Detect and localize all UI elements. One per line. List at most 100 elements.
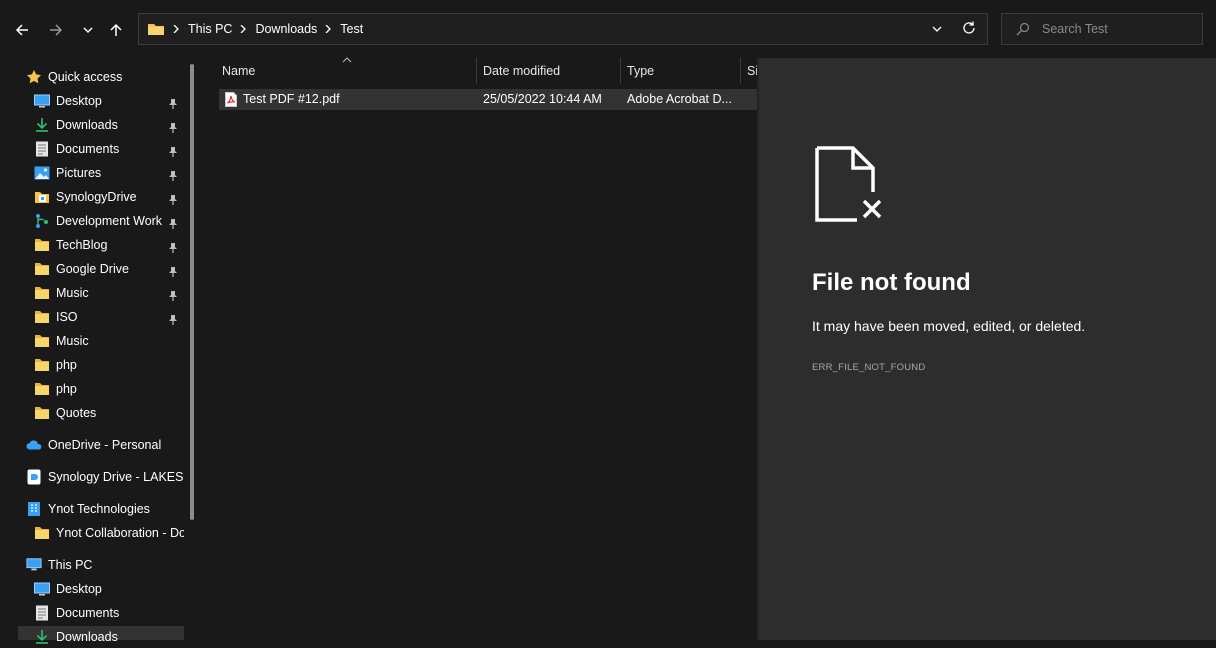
pdf-file-icon: [225, 92, 237, 112]
pin-icon[interactable]: [168, 120, 180, 133]
chevron-right-icon: [325, 25, 332, 33]
recent-locations-button[interactable]: [77, 19, 99, 41]
sidebar-item-google-drive[interactable]: Google Drive: [34, 258, 129, 280]
sidebar-item-downloads[interactable]: Downloads: [34, 114, 118, 136]
breadcrumb-test[interactable]: Test: [340, 22, 363, 36]
sidebar-item-pc-downloads[interactable]: Downloads: [34, 626, 118, 648]
pin-icon[interactable]: [168, 168, 180, 181]
folder-icon: [34, 525, 50, 541]
back-arrow-icon: [15, 24, 28, 36]
sidebar-item-iso[interactable]: ISO: [34, 306, 78, 328]
breadcrumb-this-pc[interactable]: This PC: [188, 22, 232, 36]
sidebar-item-music[interactable]: Music: [34, 282, 89, 304]
synology-folder-icon: [34, 189, 50, 205]
pictures-icon: [34, 165, 50, 181]
file-type: Adobe Acrobat D...: [627, 92, 732, 106]
file-date-modified: 25/05/2022 10:44 AM: [483, 92, 602, 106]
sidebar-item-music[interactable]: Music: [34, 330, 89, 352]
sidebar-item-label: Desktop: [56, 94, 102, 108]
sidebar-item-techblog[interactable]: TechBlog: [34, 234, 107, 256]
sidebar-item-label: php: [56, 382, 77, 396]
file-not-found-icon: [815, 146, 887, 227]
forward-button[interactable]: [45, 19, 67, 41]
pin-icon[interactable]: [168, 240, 180, 253]
documents-icon: [34, 141, 50, 157]
sidebar-item-label: Quotes: [56, 406, 97, 420]
refresh-icon: [963, 21, 975, 34]
dev-folder-icon: [34, 213, 50, 229]
folder-icon: [34, 285, 50, 301]
address-history-button[interactable]: [931, 22, 943, 40]
sidebar-item-label: Development Work: [56, 214, 163, 228]
breadcrumb-downloads[interactable]: Downloads: [255, 22, 317, 36]
pin-icon[interactable]: [168, 288, 180, 301]
sidebar-item-desktop[interactable]: Desktop: [34, 90, 102, 112]
sidebar-item-onedrive[interactable]: OneDrive - Personal: [26, 434, 161, 456]
sidebar-item-label: ISO: [56, 310, 78, 324]
chevron-down-icon: [932, 26, 942, 32]
column-header-label: Type: [627, 64, 655, 78]
column-header-date-modified[interactable]: Date modified: [483, 58, 621, 84]
address-bar[interactable]: This PC Downloads Test: [138, 13, 988, 45]
star-icon: [26, 69, 42, 85]
folder-icon: [34, 237, 50, 253]
sidebar-item-label: OneDrive - Personal: [48, 438, 162, 452]
download-icon: [34, 117, 50, 133]
sidebar-item-label: Downloads: [56, 630, 118, 644]
sidebar-item-quotes[interactable]: Quotes: [34, 402, 96, 424]
pin-icon[interactable]: [168, 312, 180, 325]
preview-error-message: It may have been moved, edited, or delet…: [812, 318, 1086, 334]
sidebar-item-php[interactable]: php: [34, 378, 77, 400]
pin-icon[interactable]: [168, 192, 180, 205]
computer-icon: [26, 557, 42, 573]
table-row[interactable]: Test PDF #12.pdf 25/05/2022 10:44 AM Ado…: [219, 89, 757, 110]
forward-arrow-icon: [50, 24, 63, 36]
sidebar-item-pictures[interactable]: Pictures: [34, 162, 101, 184]
folder-icon: [34, 309, 50, 325]
column-header-type[interactable]: Type: [627, 58, 739, 84]
pin-icon[interactable]: [168, 144, 180, 157]
pin-icon[interactable]: [168, 264, 180, 277]
sidebar-item-synology-drive[interactable]: Synology Drive - LAKESIDE: [26, 466, 184, 488]
desktop-icon: [34, 581, 50, 597]
sidebar-item-pc-documents[interactable]: Documents: [34, 602, 119, 624]
sidebar-item-label: Ynot Collaboration - Documents: [56, 526, 184, 540]
sidebar-item-label: Documents: [56, 606, 120, 620]
sidebar-item-pc-desktop[interactable]: Desktop: [34, 578, 102, 600]
column-separator[interactable]: [620, 58, 621, 84]
sidebar-item-label: Music: [56, 334, 89, 348]
search-box[interactable]: Search Test: [1001, 13, 1203, 45]
back-button[interactable]: [11, 19, 33, 41]
folder-icon: [34, 261, 50, 277]
sidebar-item-documents[interactable]: Documents: [34, 138, 119, 160]
refresh-button[interactable]: [961, 20, 977, 41]
pin-icon[interactable]: [168, 96, 180, 109]
preview-pane: File not found It may have been moved, e…: [759, 58, 1216, 640]
breadcrumb: This PC Downloads Test: [147, 14, 363, 44]
chevron-right-icon: [240, 25, 247, 33]
sidebar-item-ynot-collaboration[interactable]: Ynot Collaboration - Documents: [34, 522, 184, 544]
sidebar-item-synologydrive[interactable]: SynologyDrive: [34, 186, 137, 208]
download-icon: [34, 629, 50, 645]
sidebar-item-ynot-technologies[interactable]: Ynot Technologies: [26, 498, 150, 520]
pin-icon[interactable]: [168, 216, 180, 229]
sidebar-item-this-pc[interactable]: This PC: [26, 554, 92, 576]
onedrive-cloud-icon: [26, 437, 42, 453]
sidebar-scrollbar[interactable]: [190, 64, 194, 520]
up-button[interactable]: [105, 19, 127, 41]
sidebar-item-label: Documents: [56, 142, 120, 156]
chevron-right-icon: [173, 25, 179, 33]
sidebar-item-label: TechBlog: [56, 238, 108, 252]
toolbar: This PC Downloads Test Search Test: [0, 0, 1216, 58]
preview-error-title: File not found: [812, 269, 971, 296]
folder-icon: [34, 333, 50, 349]
sidebar-item-quick-access[interactable]: Quick access: [26, 66, 122, 88]
column-separator[interactable]: [740, 58, 741, 84]
desktop-icon: [34, 93, 50, 109]
folder-icon: [147, 22, 165, 36]
search-icon: [1016, 22, 1030, 41]
sidebar-item-development-work[interactable]: Development Work: [34, 210, 162, 232]
column-separator[interactable]: [476, 58, 477, 84]
sidebar-item-php[interactable]: php: [34, 354, 77, 376]
column-header-name[interactable]: Name: [222, 57, 476, 84]
